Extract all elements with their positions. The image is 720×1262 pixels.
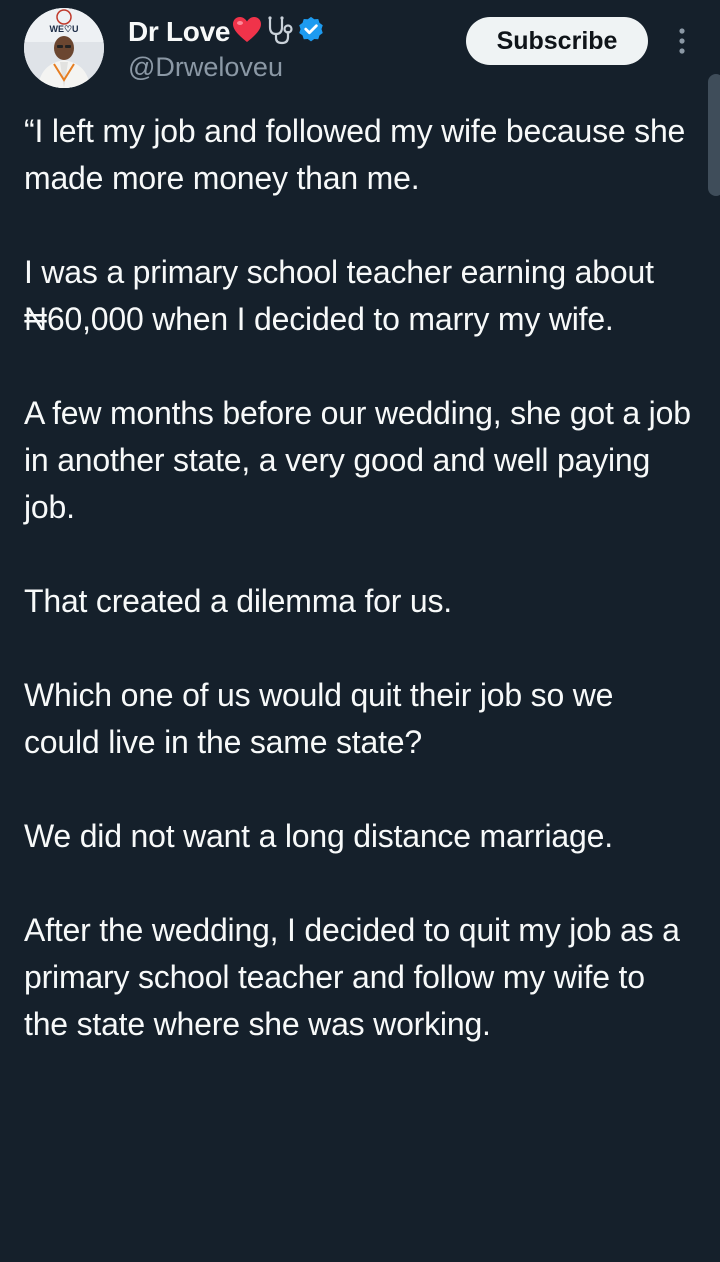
verified-badge-icon xyxy=(296,15,326,50)
tweet-paragraph: That created a dilemma for us. xyxy=(24,583,452,619)
tweet-header: WE♡U Dr Love @Drweloveu Subscribe xyxy=(0,0,720,100)
more-vertical-icon[interactable] xyxy=(672,26,692,56)
tweet-paragraph: After the wedding, I decided to quit my … xyxy=(24,912,680,1042)
avatar-logo-text: WE♡U xyxy=(49,24,78,34)
author-handle[interactable]: @Drweloveu xyxy=(128,52,283,83)
stethoscope-icon xyxy=(264,15,294,50)
tweet-text: “I left my job and followed my wife beca… xyxy=(24,108,696,1095)
heart-icon xyxy=(232,16,262,49)
tweet-paragraph: A few months before our wedding, she got… xyxy=(24,395,691,525)
tweet-paragraph: I was a primary school teacher earning a… xyxy=(24,254,654,337)
tweet-paragraph: Which one of us would quit their job so … xyxy=(24,677,614,760)
tweet-paragraph: We did not want a long distance marriage… xyxy=(24,818,613,854)
subscribe-button[interactable]: Subscribe xyxy=(466,17,648,65)
avatar[interactable]: WE♡U xyxy=(24,8,104,88)
tweet-paragraph: “I left my job and followed my wife beca… xyxy=(24,113,686,196)
author-display-name[interactable]: Dr Love xyxy=(128,16,230,48)
author-name-row[interactable]: Dr Love xyxy=(128,14,326,50)
avatar-image: WE♡U xyxy=(24,8,104,88)
scrollbar-thumb[interactable] xyxy=(708,74,720,196)
